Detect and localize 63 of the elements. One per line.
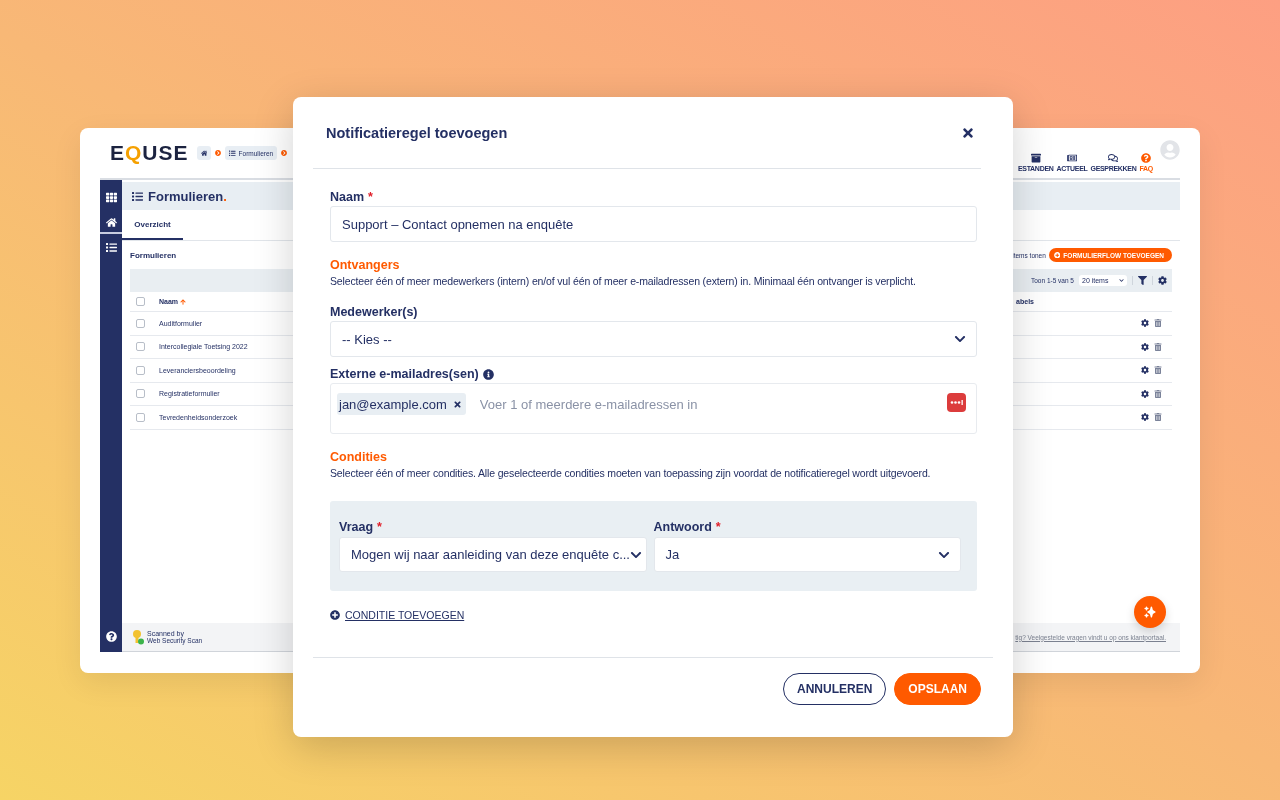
settings-icon[interactable] (1141, 366, 1149, 375)
section-heading: Ontvangers (330, 258, 401, 272)
checkbox[interactable] (136, 389, 145, 399)
trash-icon[interactable] (1154, 366, 1162, 375)
tab[interactable]: Overzicht (122, 210, 183, 240)
section-description: Selecteer één of meer condities. Alle geselecteerde condities moeten van toepassing zijn voordat de notificatieregel wordt uitgevoerd. (330, 467, 932, 479)
settings-icon[interactable] (1141, 342, 1149, 351)
plus-icon (1053, 251, 1061, 259)
chevron-icon (954, 333, 966, 345)
info-icon[interactable] (482, 368, 494, 380)
field-label: Antwoord * (653, 520, 722, 534)
checkbox[interactable] (136, 365, 145, 375)
help-icon[interactable] (105, 631, 117, 642)
trash-icon[interactable] (1154, 319, 1162, 328)
add-condition-link[interactable]: CONDITIE TOEVOEGEN (330, 609, 465, 621)
employee-select[interactable]: -- Kies -- (330, 321, 977, 357)
close-button[interactable] (961, 125, 975, 140)
home-icon (200, 149, 208, 157)
settings-icon[interactable] (1141, 413, 1149, 422)
section-heading: Condities (330, 450, 388, 464)
tag-field[interactable]: jan@example.com Voer 1 of meerdere e-mailadressen in (330, 383, 977, 434)
page-title: Formulieren. (148, 188, 227, 204)
list-icon (229, 149, 236, 157)
section-title: Formulieren (130, 250, 177, 260)
sparkle-icon (1143, 605, 1157, 619)
logo: EQUSE (110, 141, 189, 165)
answer-select[interactable]: Ja (653, 537, 961, 572)
settings-icon[interactable] (1152, 276, 1167, 285)
dialog-title: Notificatieregel toevoegen (326, 124, 508, 141)
section-description: Selecteer één of meer medewerkers (intern) en/of vul één of meer e-mailadressen (extern) in. Minimaal één ontvanger is verplicht. (330, 275, 917, 287)
list-icon (132, 190, 143, 202)
field-label: Medewerker(s) (330, 305, 419, 319)
name-input[interactable]: Support – Contact opnemen na enquête (330, 206, 977, 242)
cancel-button[interactable]: ANNULEREN (783, 673, 887, 705)
checkbox[interactable] (136, 318, 145, 328)
chevron-icon (215, 150, 222, 156)
settings-icon[interactable] (1141, 389, 1149, 398)
chevron-icon (1119, 278, 1124, 283)
remove-icon[interactable] (452, 399, 462, 409)
checkbox[interactable] (136, 297, 145, 306)
chevron-icon (281, 150, 288, 156)
trash-icon[interactable] (1154, 389, 1162, 398)
home-icon[interactable] (100, 217, 122, 234)
newspaper-icon (1067, 153, 1077, 163)
trash-icon[interactable] (1154, 342, 1162, 351)
password-manager-icon[interactable] (947, 393, 966, 412)
question-icon (1141, 153, 1152, 163)
checkbox[interactable] (136, 342, 145, 352)
plus-icon (330, 610, 340, 620)
award-icon (132, 629, 144, 645)
question-select[interactable]: Mogen wij naar aanleiding van deze enquête c... (339, 537, 647, 572)
archive-icon (1030, 153, 1041, 163)
home-breadcrumb[interactable] (196, 146, 212, 160)
chat-icon (1108, 153, 1119, 163)
settings-icon[interactable] (1141, 319, 1149, 328)
field-label: Externe e-mailadres(sen) (330, 367, 977, 381)
checkbox[interactable] (136, 412, 145, 422)
field-label: Naam * (330, 190, 374, 204)
sparkle-button[interactable] (1134, 596, 1166, 628)
field-label: Vraag * (339, 520, 383, 534)
filter-icon[interactable] (1132, 276, 1147, 285)
email-tag: jan@example.com (337, 393, 466, 415)
trash-icon[interactable] (1154, 413, 1162, 422)
